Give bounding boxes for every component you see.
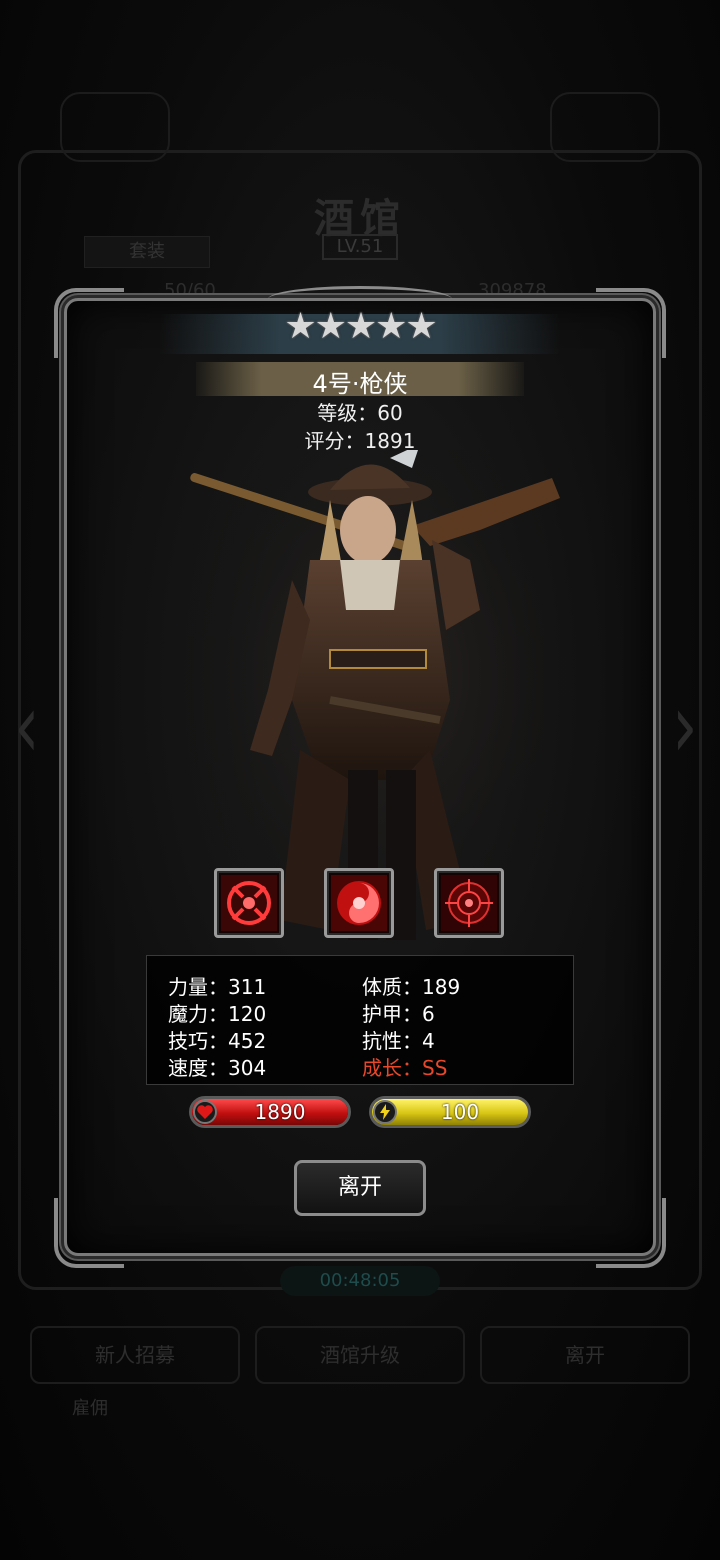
star-rating: ★★★★★ (284, 306, 437, 347)
prev-arrow-icon[interactable]: ‹ (14, 675, 40, 779)
stat-constitution: 体质：189 (362, 975, 461, 999)
hp-value: 1890 (254, 1100, 306, 1124)
hero-level: 等级：60 (317, 401, 403, 425)
background-leave-button: 离开 (480, 1326, 690, 1384)
skill-slot-2[interactable] (324, 868, 394, 938)
background-footer-label: 雇佣 (72, 1398, 108, 1419)
energy-value: 100 (440, 1100, 480, 1124)
background-ornament (550, 92, 660, 162)
stat-skill: 技巧：452 (168, 1029, 267, 1053)
hero-name: 4号·枪侠 (312, 370, 408, 398)
energy-bar: 100 (369, 1096, 531, 1128)
recruit-button: 新人招募 (30, 1326, 240, 1384)
background-tag: 套装 (84, 236, 210, 268)
frame-corner (54, 1198, 124, 1268)
skill-slot-1[interactable] (214, 868, 284, 938)
background-ornament (60, 92, 170, 162)
crosshair-burst-icon (221, 875, 277, 931)
skill-slot-3[interactable] (434, 868, 504, 938)
stat-speed: 速度：304 (168, 1056, 267, 1080)
next-arrow-icon[interactable]: › (672, 675, 698, 779)
upgrade-tavern-button: 酒馆升级 (255, 1326, 465, 1384)
stat-strength: 力量：311 (168, 975, 267, 999)
background-level: LV.51 (322, 234, 398, 260)
background-timer: 00:48:05 (280, 1266, 440, 1296)
red-swirl-icon (331, 875, 387, 931)
stat-magic: 魔力：120 (168, 1002, 267, 1026)
frame-corner (596, 1198, 666, 1268)
hp-bar: 1890 (189, 1096, 351, 1128)
target-scope-icon (441, 875, 497, 931)
stat-growth: 成长：SS (362, 1056, 448, 1080)
stat-resistance: 抗性：4 (362, 1029, 435, 1053)
leave-button[interactable]: 离开 (294, 1160, 426, 1216)
stat-armor: 护甲：6 (362, 1002, 435, 1026)
